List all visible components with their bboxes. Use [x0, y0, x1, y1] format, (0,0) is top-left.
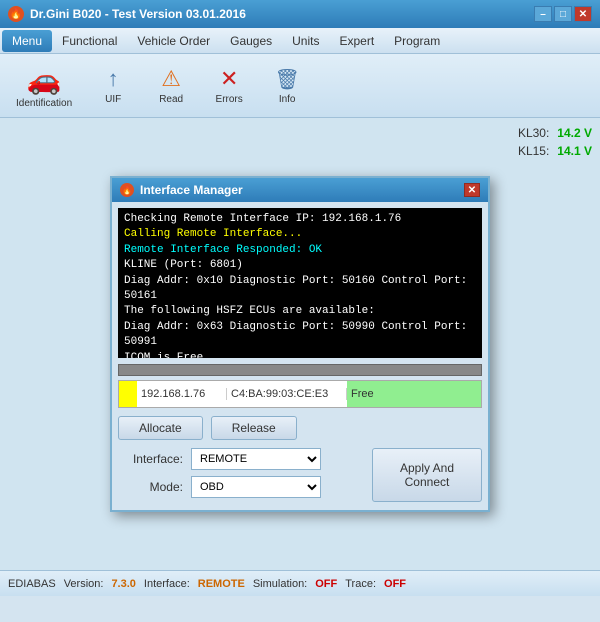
read-icon: ⚠	[161, 66, 181, 92]
interface-status-label: Interface:	[144, 578, 190, 590]
network-list: 192.168.1.76 C4:BA:99:03:CE:E3 Free	[118, 380, 482, 408]
toolbar-errors[interactable]: ✕ Errors	[204, 62, 254, 109]
console-line-4: Diag Addr: 0x10 Diagnostic Port: 50160 C…	[124, 274, 476, 305]
apply-connect-button[interactable]: Apply And Connect	[372, 448, 482, 502]
status-bar: EDIABAS Version: 7.3.0 Interface: REMOTE…	[0, 570, 600, 596]
interface-manager-dialog: 🔥 Interface Manager ✕ Checking Remote In…	[110, 176, 490, 512]
dialog-title-bar: 🔥 Interface Manager ✕	[112, 178, 488, 202]
interface-row: Interface: REMOTE	[118, 448, 364, 470]
window-controls: – □ ✕	[534, 6, 592, 22]
menu-item-gauges[interactable]: Gauges	[220, 30, 282, 52]
simulation-label: Simulation:	[253, 578, 307, 590]
progress-bar	[118, 364, 482, 376]
dialog-form: Interface: REMOTE Mode: OBD Apply And Co…	[118, 448, 482, 504]
console-line-6: Diag Addr: 0x63 Diagnostic Port: 50990 C…	[124, 320, 476, 351]
console-line-7: ICOM is Free	[124, 351, 476, 358]
simulation-value: OFF	[315, 578, 337, 590]
menu-bar: Menu Functional Vehicle Order Gauges Uni…	[0, 28, 600, 54]
mode-select[interactable]: OBD	[191, 476, 321, 498]
menu-item-expert[interactable]: Expert	[329, 30, 384, 52]
network-row[interactable]: 192.168.1.76 C4:BA:99:03:CE:E3 Free	[119, 381, 481, 407]
network-indicator	[119, 381, 137, 407]
release-button[interactable]: Release	[211, 416, 297, 440]
allocate-button[interactable]: Allocate	[118, 416, 203, 440]
toolbar-errors-label: Errors	[216, 94, 243, 105]
interface-label: Interface:	[118, 452, 183, 466]
modal-overlay: 🔥 Interface Manager ✕ Checking Remote In…	[0, 118, 600, 570]
toolbar: 🚗 Identification ↑ UIF ⚠ Read ✕ Errors 🗑…	[0, 54, 600, 118]
dialog-action-buttons: Allocate Release	[118, 416, 482, 440]
menu-item-units[interactable]: Units	[282, 30, 329, 52]
toolbar-identification-label: Identification	[16, 98, 72, 109]
menu-item-vehicle-order[interactable]: Vehicle Order	[127, 30, 220, 52]
minimize-button[interactable]: –	[534, 6, 552, 22]
ediabas-version: 7.3.0	[111, 578, 135, 590]
errors-icon: ✕	[220, 66, 238, 92]
network-mac: C4:BA:99:03:CE:E3	[227, 388, 347, 400]
interface-status-value: REMOTE	[198, 578, 245, 590]
toolbar-read-label: Read	[159, 94, 183, 105]
dialog-title: Interface Manager	[140, 183, 464, 197]
console-line-0: Checking Remote Interface IP: 192.168.1.…	[124, 212, 476, 227]
trace-value: OFF	[384, 578, 406, 590]
console-output: Checking Remote Interface IP: 192.168.1.…	[118, 208, 482, 358]
menu-item-program[interactable]: Program	[384, 30, 450, 52]
title-bar: 🔥 Dr.Gini B020 - Test Version 03.01.2016…	[0, 0, 600, 28]
network-ip: 192.168.1.76	[137, 388, 227, 400]
uif-icon: ↑	[108, 66, 119, 92]
toolbar-read[interactable]: ⚠ Read	[146, 62, 196, 109]
mode-label: Mode:	[118, 480, 183, 494]
toolbar-identification[interactable]: 🚗 Identification	[8, 59, 80, 113]
console-line-5: The following HSFZ ECUs are available:	[124, 304, 476, 319]
console-line-1: Calling Remote Interface...	[124, 227, 476, 242]
ediabas-label: EDIABAS	[8, 578, 56, 590]
maximize-button[interactable]: □	[554, 6, 572, 22]
toolbar-uif[interactable]: ↑ UIF	[88, 62, 138, 109]
console-line-2: Remote Interface Responded: OK	[124, 243, 476, 258]
mode-row: Mode: OBD	[118, 476, 364, 498]
trace-label: Trace:	[345, 578, 376, 590]
network-status: Free	[347, 381, 481, 407]
main-area: KL30: 14.2 V KL15: 14.1 V 🔥 Interface Ma…	[0, 118, 600, 596]
car-icon: 🚗	[27, 63, 62, 96]
dialog-icon: 🔥	[120, 183, 134, 197]
toolbar-uif-label: UIF	[105, 94, 121, 105]
toolbar-info-label: Info	[279, 94, 296, 105]
close-button[interactable]: ✕	[574, 6, 592, 22]
dialog-close-button[interactable]: ✕	[464, 183, 480, 197]
menu-item-functional[interactable]: Functional	[52, 30, 127, 52]
version-label: Version:	[64, 578, 104, 590]
info-icon: 🗑	[274, 67, 299, 92]
toolbar-info[interactable]: 🗑 Info	[262, 63, 312, 109]
app-icon: 🔥	[8, 6, 24, 22]
console-line-3: KLINE (Port: 6801)	[124, 258, 476, 273]
app-title: Dr.Gini B020 - Test Version 03.01.2016	[30, 7, 534, 21]
menu-item-menu[interactable]: Menu	[2, 30, 52, 52]
form-fields: Interface: REMOTE Mode: OBD	[118, 448, 364, 504]
interface-select[interactable]: REMOTE	[191, 448, 321, 470]
